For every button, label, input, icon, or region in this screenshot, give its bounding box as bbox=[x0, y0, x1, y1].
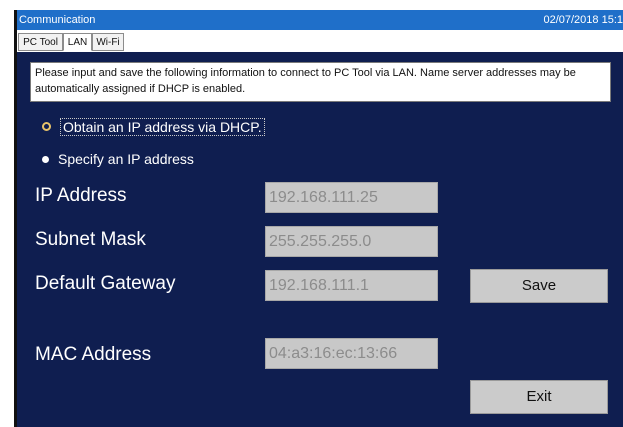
subnet-mask-field[interactable]: 255.255.255.0 bbox=[265, 226, 438, 257]
instruction-notice: Please input and save the following info… bbox=[30, 62, 611, 102]
default-gateway-label: Default Gateway bbox=[35, 273, 176, 294]
mac-address-field: 04:a3:16:ec:13:66 bbox=[265, 338, 438, 369]
save-button[interactable]: Save bbox=[470, 269, 608, 303]
tab-bar: PC Tool LAN Wi-Fi bbox=[17, 30, 623, 52]
radio-unselected-icon[interactable] bbox=[42, 122, 51, 131]
lan-settings-panel: Please input and save the following info… bbox=[17, 52, 623, 427]
ip-address-field[interactable]: 192.168.111.25 bbox=[265, 182, 438, 213]
communication-window: Communication 02/07/2018 15:1 PC Tool LA… bbox=[14, 10, 623, 427]
tab-lan[interactable]: LAN bbox=[63, 33, 92, 51]
specify-ip-label: Specify an IP address bbox=[58, 151, 194, 167]
default-gateway-field[interactable]: 192.168.111.1 bbox=[265, 270, 438, 301]
exit-button[interactable]: Exit bbox=[470, 380, 608, 414]
mac-address-label: MAC Address bbox=[35, 344, 152, 365]
title-bar: Communication 02/07/2018 15:1 bbox=[17, 10, 623, 30]
subnet-mask-label: Subnet Mask bbox=[35, 229, 146, 250]
radio-selected-icon[interactable] bbox=[42, 156, 49, 163]
specify-ip-option[interactable]: Specify an IP address bbox=[42, 148, 194, 170]
window-title: Communication bbox=[19, 14, 96, 26]
dhcp-option-label: Obtain an IP address via DHCP. bbox=[60, 118, 265, 136]
tab-pc-tool[interactable]: PC Tool bbox=[18, 33, 63, 51]
dhcp-option[interactable]: Obtain an IP address via DHCP. bbox=[42, 116, 265, 138]
ip-address-label: IP Address bbox=[35, 185, 127, 206]
datetime-display: 02/07/2018 15:1 bbox=[543, 14, 623, 26]
tab-wifi[interactable]: Wi-Fi bbox=[92, 33, 124, 51]
